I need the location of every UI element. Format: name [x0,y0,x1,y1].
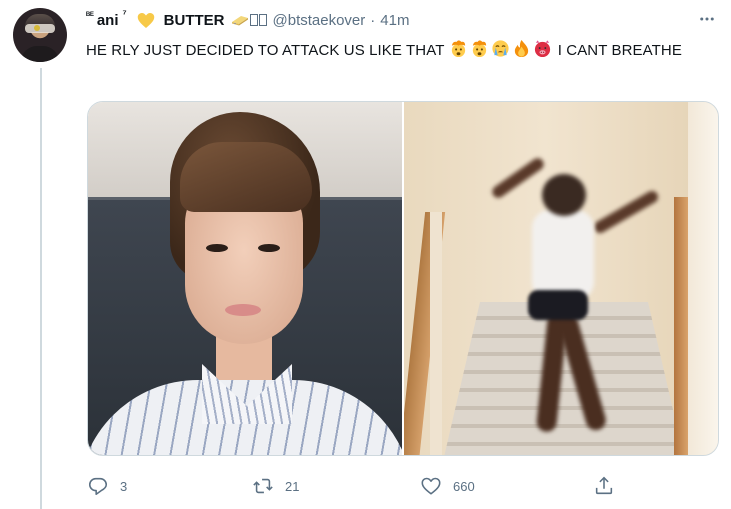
yellow-heart-icon [137,12,155,29]
media-grid[interactable] [87,101,719,456]
more-button[interactable] [692,8,722,30]
display-name-butter[interactable]: BUTTER [164,12,225,29]
reply-count: 3 [120,478,128,494]
crying-face-emoji-icon [491,39,510,58]
display-name-prefix: ᴮᴱ [86,10,94,20]
unsupported-glyph-icon [249,14,258,26]
timestamp[interactable]: 41m [380,12,409,29]
retweet-button[interactable]: 21 [245,468,299,504]
separator-dot: · [370,11,376,29]
display-name[interactable]: ani [97,12,119,29]
reply-icon [80,468,116,504]
reply-button[interactable]: 3 [80,468,127,504]
like-count: 660 [453,478,475,494]
fire-emoji-icon [512,39,531,58]
tweet-actions: 3 21 660 [80,468,640,506]
butter-icon [231,14,248,26]
photo-selfie[interactable] [88,102,402,455]
tweet-header: ᴮᴱ ani ⁷ BUTTER @btstaekover · 41m [86,9,409,31]
tweet-text-main: HE RLY JUST DECIDED TO ATTACK US LIKE TH… [86,42,449,59]
share-button[interactable] [586,468,622,504]
user-handle[interactable]: @btstaekover [273,12,366,29]
thread-line [40,68,42,509]
photo-stairs[interactable] [404,102,718,455]
retweet-icon [245,468,281,504]
exploding-head-emoji-icon [449,39,468,58]
avatar[interactable] [13,8,67,62]
display-name-superscript: ⁷ [122,8,127,20]
exploding-head-emoji-icon [470,39,489,58]
like-icon [413,468,449,504]
angry-face-emoji-icon [533,39,552,58]
retweet-count: 21 [285,478,300,494]
share-icon [586,468,622,504]
like-button[interactable]: 660 [413,468,475,504]
tweet[interactable]: ᴮᴱ ani ⁷ BUTTER @btstaekover · 41m HE RL… [0,0,731,509]
more-icon [700,17,714,21]
tweet-text-end: I CANT BREATHE [553,42,682,59]
tweet-text: HE RLY JUST DECIDED TO ATTACK US LIKE TH… [86,38,706,64]
unsupported-glyph-icon [258,14,267,26]
